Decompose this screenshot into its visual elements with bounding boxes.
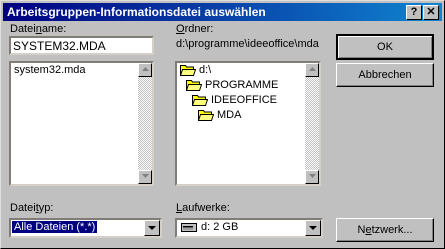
chevron-down-icon — [309, 226, 317, 230]
filetype-value: Alle Dateien (*.*) — [10, 220, 99, 234]
hard-drive-icon — [181, 223, 197, 232]
filetype-dropdown[interactable]: Alle Dateien (*.*) — [9, 218, 162, 238]
up-arrow-icon — [142, 67, 149, 71]
dialog-window: Arbeitsgruppen-Informationsdatei auswähl… — [0, 0, 445, 249]
dropdown-arrow-button[interactable] — [144, 220, 160, 236]
filetype-label: Dateityp: — [10, 202, 54, 214]
help-button[interactable]: ? — [406, 5, 422, 20]
file-list[interactable]: system32.mda — [9, 61, 154, 186]
filename-input[interactable]: SYSTEM32.MDA — [9, 36, 154, 55]
folder-path: d:\programme\ideeoffice\mda — [176, 38, 319, 50]
chevron-down-icon — [148, 226, 156, 230]
dropdown-arrow-button[interactable] — [305, 220, 321, 236]
drives-value: d: 2 GB — [201, 221, 239, 233]
scroll-up-arrow[interactable] — [305, 63, 319, 77]
window-title: Arbeitsgruppen-Informationsdatei auswähl… — [7, 5, 266, 19]
open-folder-icon — [191, 95, 209, 107]
help-icon: ? — [410, 6, 418, 18]
cancel-button[interactable]: Abbrechen — [336, 63, 434, 87]
scroll-down-arrow[interactable] — [305, 170, 319, 184]
close-button[interactable]: ✕ — [423, 5, 439, 20]
tree-item-programme[interactable]: PROGRAMME — [185, 79, 278, 92]
list-item[interactable]: system32.mda — [14, 64, 86, 76]
folder-tree[interactable]: d:\ PROGRAMME IDEEOFFICE MDA — [175, 61, 321, 186]
file-list-scrollbar[interactable] — [138, 63, 152, 184]
open-folder-icon — [179, 65, 197, 77]
scroll-up-arrow[interactable] — [138, 63, 152, 77]
title-bar: Arbeitsgruppen-Informationsdatei auswähl… — [3, 3, 442, 21]
scroll-down-arrow[interactable] — [138, 170, 152, 184]
drives-label: Laufwerke: — [176, 202, 230, 214]
ok-button[interactable]: OK — [336, 34, 434, 60]
folder-tree-scrollbar[interactable] — [305, 63, 319, 184]
open-folder-icon — [185, 80, 203, 92]
network-button[interactable]: Netzwerk... — [336, 218, 434, 242]
folder-label: Ordner: — [176, 23, 214, 35]
drives-dropdown[interactable]: d: 2 GB — [175, 218, 323, 238]
down-arrow-icon — [309, 174, 316, 178]
up-arrow-icon — [309, 67, 316, 71]
filename-label: Dateiname: — [10, 23, 67, 35]
tree-item-ideeoffice[interactable]: IDEEOFFICE — [191, 94, 277, 107]
tree-item-drive[interactable]: d:\ — [179, 64, 211, 77]
close-icon: ✕ — [426, 6, 436, 18]
tree-item-mda[interactable]: MDA — [197, 109, 241, 122]
open-folder-icon — [197, 110, 215, 122]
down-arrow-icon — [142, 174, 149, 178]
